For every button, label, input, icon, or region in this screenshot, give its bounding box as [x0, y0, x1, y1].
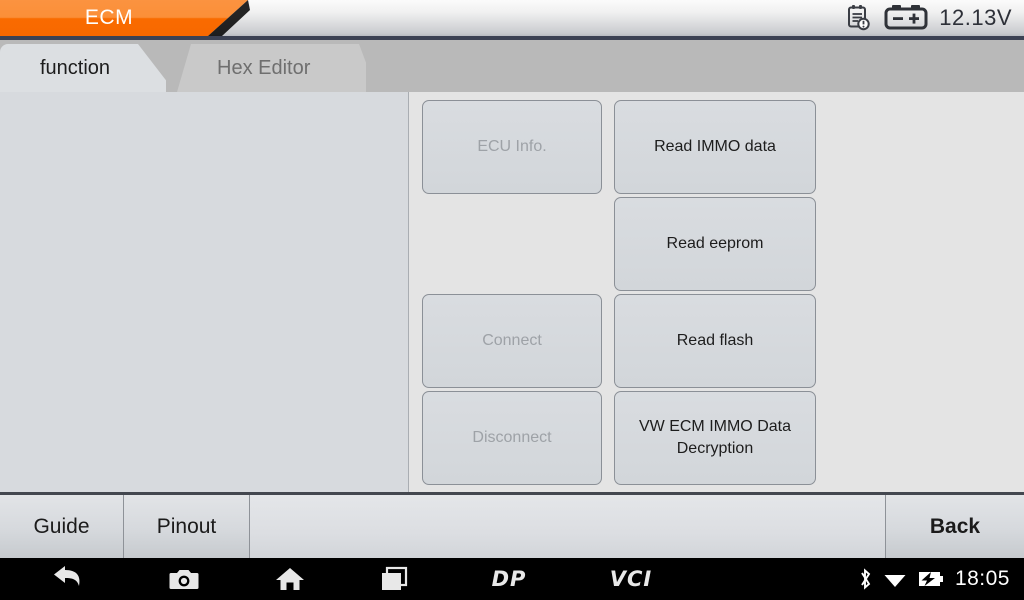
recents-icon[interactable]: [366, 558, 422, 600]
nav-status-area: 18:05: [858, 558, 1010, 600]
tab-hex-editor-label: Hex Editor: [217, 56, 311, 79]
function-button-read-eeprom[interactable]: Read eeprom: [614, 197, 816, 291]
function-button-label: VW ECM IMMO Data Decryption: [638, 418, 791, 457]
home-icon[interactable]: [262, 558, 318, 600]
function-button-label: Connect: [482, 332, 542, 350]
tab-hex-editor[interactable]: Hex Editor: [177, 44, 367, 92]
app-header: ECM 12.13V: [0, 0, 1024, 40]
function-button-read-immo-data[interactable]: Read IMMO data: [614, 100, 816, 194]
screenshot-camera-icon[interactable]: [156, 558, 212, 600]
back-button-label: Back: [929, 514, 981, 538]
function-button-ecu-info[interactable]: ECU Info.: [422, 100, 602, 194]
function-button-label: Disconnect: [472, 429, 552, 447]
guide-button[interactable]: Guide: [0, 495, 124, 558]
page-title: ECM: [84, 6, 134, 29]
back-icon[interactable]: [40, 558, 96, 600]
battery-charging-icon: [918, 570, 944, 588]
tab-function-label: function: [40, 56, 111, 79]
toolbar-spacer: [250, 495, 886, 558]
main-content: ECU Info. Read IMMO data Read eeprom Con…: [0, 92, 1024, 492]
dp-logo[interactable]: DP: [478, 558, 540, 600]
function-button-read-flash[interactable]: Read flash: [614, 294, 816, 388]
function-button-label: Read eeprom: [666, 235, 764, 253]
report-clock-icon[interactable]: [843, 3, 873, 33]
function-button-connect[interactable]: Connect: [422, 294, 602, 388]
dp-logo-text: DP: [491, 567, 527, 591]
function-button-grid: ECU Info. Read IMMO data Read eeprom Con…: [410, 92, 1024, 492]
bluetooth-icon: [858, 568, 872, 590]
info-panel: [0, 92, 409, 492]
tab-function[interactable]: function: [0, 44, 167, 92]
wifi-icon: [883, 569, 907, 589]
bottom-toolbar: Guide Pinout Back: [0, 492, 1024, 558]
back-button[interactable]: Back: [886, 495, 1024, 558]
function-button-label: ECU Info.: [477, 138, 547, 156]
app-title-banner: ECM: [0, 0, 248, 36]
function-button-disconnect[interactable]: Disconnect: [422, 391, 602, 485]
nav-icon-row: DP VCI 18:05: [0, 558, 1024, 600]
android-navigation-bar: DP VCI 18:05: [0, 558, 1024, 600]
function-button-label: Read flash: [676, 332, 754, 350]
pinout-button[interactable]: Pinout: [124, 495, 250, 558]
status-clock: 18:05: [954, 567, 1010, 590]
vci-logo-text: VCI: [609, 567, 653, 591]
diagnostic-app-window: ECM 12.13V function Hex Editor ECU Info.…: [0, 0, 1024, 600]
vci-logo[interactable]: VCI: [598, 558, 664, 600]
tab-bar: function Hex Editor: [0, 40, 1024, 92]
pinout-button-label: Pinout: [156, 514, 217, 538]
header-status-area: 12.13V: [843, 0, 1012, 36]
function-button-label: Read IMMO data: [654, 138, 776, 156]
voltage-reading: 12.13V: [939, 5, 1012, 30]
guide-button-label: Guide: [33, 514, 90, 538]
battery-voltage-icon[interactable]: [883, 3, 929, 33]
function-button-vw-ecm-immo-decryption[interactable]: VW ECM IMMO Data Decryption: [614, 391, 816, 485]
